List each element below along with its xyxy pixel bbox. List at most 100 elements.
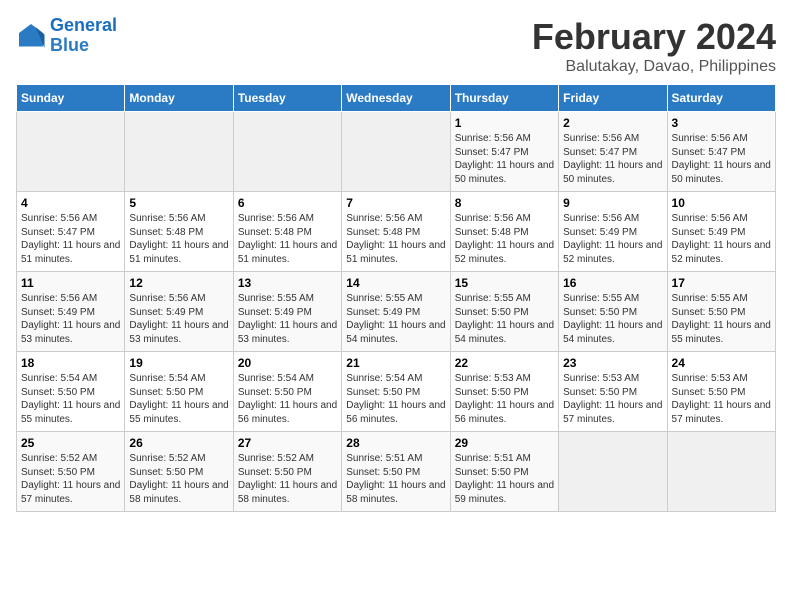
day-cell [233, 112, 341, 192]
day-info: Sunrise: 5:55 AM Sunset: 5:50 PM Dayligh… [455, 292, 554, 346]
day-info: Sunrise: 5:56 AM Sunset: 5:47 PM Dayligh… [563, 132, 662, 186]
day-cell: 25 Sunrise: 5:52 AM Sunset: 5:50 PM Dayli… [17, 432, 125, 512]
header-tuesday: Tuesday [233, 85, 341, 112]
day-info: Sunrise: 5:56 AM Sunset: 5:48 PM Dayligh… [455, 212, 554, 266]
day-cell [667, 432, 775, 512]
day-cell: 2Sunrise: 5:56 AM Sunset: 5:47 PM Daylig… [559, 112, 667, 192]
day-number: 1 [455, 116, 554, 130]
day-cell: 7Sunrise: 5:56 AM Sunset: 5:48 PM Daylig… [342, 192, 450, 272]
day-number: 16 [563, 276, 662, 290]
day-number: 26 [129, 436, 228, 450]
day-cell: 18 Sunrise: 5:54 AM Sunset: 5:50 PM Dayli… [17, 352, 125, 432]
day-number: 21 [346, 356, 445, 370]
week-row-5: 25 Sunrise: 5:52 AM Sunset: 5:50 PM Dayli… [17, 432, 776, 512]
day-info: Sunrise: 5:56 AM Sunset: 5:48 PM Dayligh… [238, 212, 337, 266]
day-cell: 28 Sunrise: 5:51 AM Sunset: 5:50 PM Dayli… [342, 432, 450, 512]
day-info: Sunrise: 5:55 AM Sunset: 5:50 PM Dayligh… [563, 292, 662, 346]
day-number: 10 [672, 196, 771, 210]
day-info: Sunrise: 5:52 AM Sunset: 5:50 PM Dayligh… [21, 452, 120, 506]
logo: General Blue [16, 16, 117, 56]
day-cell: 22 Sunrise: 5:53 AM Sunset: 5:50 PM Dayli… [450, 352, 558, 432]
day-info: Sunrise: 5:53 AM Sunset: 5:50 PM Dayligh… [563, 372, 662, 426]
day-number: 12 [129, 276, 228, 290]
day-cell [125, 112, 233, 192]
day-cell [17, 112, 125, 192]
day-number: 24 [672, 356, 771, 370]
day-cell: 8Sunrise: 5:56 AM Sunset: 5:48 PM Daylig… [450, 192, 558, 272]
day-number: 7 [346, 196, 445, 210]
day-cell: 29 Sunrise: 5:51 AM Sunset: 5:50 PM Dayli… [450, 432, 558, 512]
day-info: Sunrise: 5:53 AM Sunset: 5:50 PM Dayligh… [672, 372, 771, 426]
day-cell: 5Sunrise: 5:56 AM Sunset: 5:48 PM Daylig… [125, 192, 233, 272]
day-cell: 14 Sunrise: 5:55 AM Sunset: 5:49 PM Dayli… [342, 272, 450, 352]
week-row-4: 18 Sunrise: 5:54 AM Sunset: 5:50 PM Dayli… [17, 352, 776, 432]
day-cell: 16 Sunrise: 5:55 AM Sunset: 5:50 PM Dayli… [559, 272, 667, 352]
day-cell: 10Sunrise: 5:56 AM Sunset: 5:49 PM Dayli… [667, 192, 775, 272]
day-number: 15 [455, 276, 554, 290]
day-info: Sunrise: 5:52 AM Sunset: 5:50 PM Dayligh… [238, 452, 337, 506]
day-number: 3 [672, 116, 771, 130]
day-info: Sunrise: 5:56 AM Sunset: 5:47 PM Dayligh… [455, 132, 554, 186]
day-cell: 26 Sunrise: 5:52 AM Sunset: 5:50 PM Dayli… [125, 432, 233, 512]
day-cell: 11 Sunrise: 5:56 AM Sunset: 5:49 PM Dayli… [17, 272, 125, 352]
day-info: Sunrise: 5:56 AM Sunset: 5:47 PM Dayligh… [672, 132, 771, 186]
week-row-1: 1 Sunrise: 5:56 AM Sunset: 5:47 PM Daylig… [17, 112, 776, 192]
day-number: 6 [238, 196, 337, 210]
week-row-2: 4 Sunrise: 5:56 AM Sunset: 5:47 PM Daylig… [17, 192, 776, 272]
month-year: February 2024 [532, 16, 776, 58]
location: Balutakay, Davao, Philippines [532, 58, 776, 76]
page-header: General Blue February 2024 Balutakay, Da… [16, 16, 776, 76]
day-number: 11 [21, 276, 120, 290]
day-info: Sunrise: 5:52 AM Sunset: 5:50 PM Dayligh… [129, 452, 228, 506]
day-cell: 9 Sunrise: 5:56 AM Sunset: 5:49 PM Daylig… [559, 192, 667, 272]
day-info: Sunrise: 5:56 AM Sunset: 5:49 PM Dayligh… [563, 212, 662, 266]
day-info: Sunrise: 5:53 AM Sunset: 5:50 PM Dayligh… [455, 372, 554, 426]
day-number: 28 [346, 436, 445, 450]
day-cell: 24 Sunrise: 5:53 AM Sunset: 5:50 PM Dayli… [667, 352, 775, 432]
day-cell: 3 Sunrise: 5:56 AM Sunset: 5:47 PM Daylig… [667, 112, 775, 192]
day-number: 22 [455, 356, 554, 370]
calendar-table: SundayMondayTuesdayWednesdayThursdayFrid… [16, 84, 776, 512]
day-number: 17 [672, 276, 771, 290]
day-info: Sunrise: 5:54 AM Sunset: 5:50 PM Dayligh… [129, 372, 228, 426]
day-info: Sunrise: 5:56 AM Sunset: 5:47 PM Dayligh… [21, 212, 120, 266]
day-cell: 19 Sunrise: 5:54 AM Sunset: 5:50 PM Dayli… [125, 352, 233, 432]
day-number: 25 [21, 436, 120, 450]
day-cell [342, 112, 450, 192]
header-saturday: Saturday [667, 85, 775, 112]
logo-icon [16, 21, 46, 51]
day-number: 29 [455, 436, 554, 450]
day-info: Sunrise: 5:51 AM Sunset: 5:50 PM Dayligh… [346, 452, 445, 506]
day-number: 27 [238, 436, 337, 450]
day-number: 20 [238, 356, 337, 370]
logo-text: General Blue [50, 16, 117, 56]
header-thursday: Thursday [450, 85, 558, 112]
day-info: Sunrise: 5:56 AM Sunset: 5:49 PM Dayligh… [21, 292, 120, 346]
day-cell: 17Sunrise: 5:55 AM Sunset: 5:50 PM Dayli… [667, 272, 775, 352]
header-monday: Monday [125, 85, 233, 112]
day-info: Sunrise: 5:55 AM Sunset: 5:49 PM Dayligh… [238, 292, 337, 346]
day-info: Sunrise: 5:55 AM Sunset: 5:49 PM Dayligh… [346, 292, 445, 346]
header-wednesday: Wednesday [342, 85, 450, 112]
header-sunday: Sunday [17, 85, 125, 112]
day-cell: 12Sunrise: 5:56 AM Sunset: 5:49 PM Dayli… [125, 272, 233, 352]
day-cell: 20 Sunrise: 5:54 AM Sunset: 5:50 PM Dayli… [233, 352, 341, 432]
day-info: Sunrise: 5:54 AM Sunset: 5:50 PM Dayligh… [21, 372, 120, 426]
day-cell: 4 Sunrise: 5:56 AM Sunset: 5:47 PM Daylig… [17, 192, 125, 272]
day-cell: 15 Sunrise: 5:55 AM Sunset: 5:50 PM Dayli… [450, 272, 558, 352]
day-cell: 1 Sunrise: 5:56 AM Sunset: 5:47 PM Daylig… [450, 112, 558, 192]
day-number: 18 [21, 356, 120, 370]
day-number: 14 [346, 276, 445, 290]
day-cell: 27 Sunrise: 5:52 AM Sunset: 5:50 PM Dayli… [233, 432, 341, 512]
day-number: 9 [563, 196, 662, 210]
day-number: 4 [21, 196, 120, 210]
day-number: 13 [238, 276, 337, 290]
title-block: February 2024 Balutakay, Davao, Philippi… [532, 16, 776, 76]
day-info: Sunrise: 5:54 AM Sunset: 5:50 PM Dayligh… [238, 372, 337, 426]
day-cell: 6 Sunrise: 5:56 AM Sunset: 5:48 PM Daylig… [233, 192, 341, 272]
day-cell: 13 Sunrise: 5:55 AM Sunset: 5:49 PM Dayli… [233, 272, 341, 352]
day-cell [559, 432, 667, 512]
day-info: Sunrise: 5:51 AM Sunset: 5:50 PM Dayligh… [455, 452, 554, 506]
day-number: 23 [563, 356, 662, 370]
day-number: 19 [129, 356, 228, 370]
